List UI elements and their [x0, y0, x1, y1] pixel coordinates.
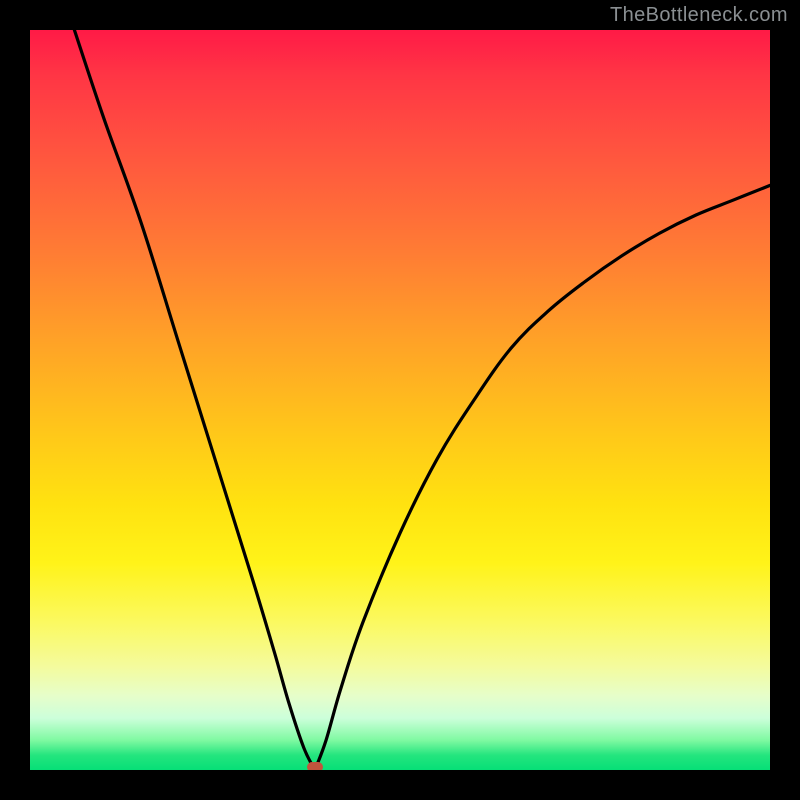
- curve-svg: [30, 30, 770, 770]
- curve-left-branch: [74, 30, 315, 770]
- curve-right-branch: [315, 185, 770, 770]
- minimum-marker: [307, 762, 323, 770]
- watermark-text: TheBottleneck.com: [610, 4, 788, 27]
- chart-stage: TheBottleneck.com: [0, 0, 800, 800]
- plot-area: [30, 30, 770, 770]
